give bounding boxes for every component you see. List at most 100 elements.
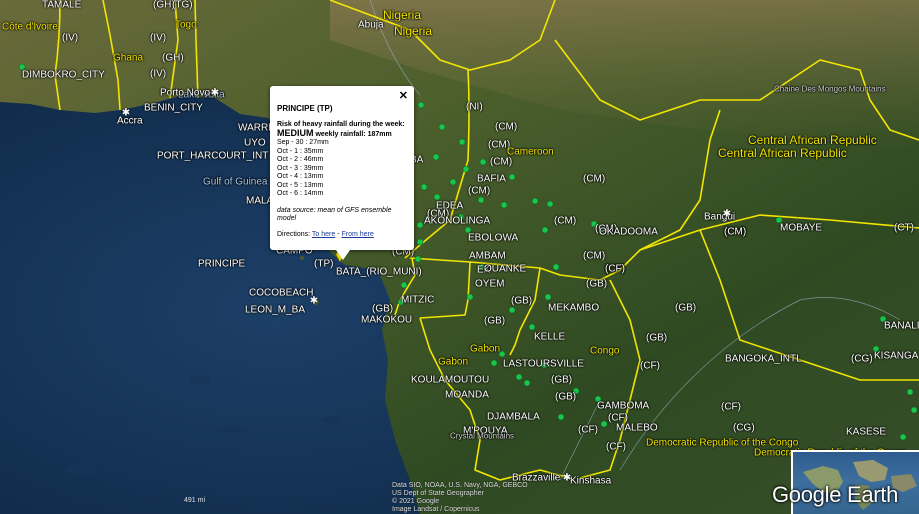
capital-star-icon: ✱ bbox=[121, 107, 131, 119]
island bbox=[300, 256, 304, 260]
place-label: (GB) bbox=[555, 391, 577, 403]
place-label: (CM) bbox=[554, 215, 577, 227]
place-label: MAKOKOU bbox=[361, 314, 413, 326]
place-label: Gabon bbox=[470, 343, 501, 355]
place-label: (CG) bbox=[733, 422, 755, 434]
data-source: data source: mean of GFS ensemble model bbox=[277, 206, 392, 222]
place-label: Congo bbox=[590, 345, 620, 357]
place-label: BAFIA bbox=[477, 173, 506, 185]
place-label: OKADOOMA bbox=[599, 226, 658, 238]
info-popup: ✕ PRINCIPE (TP) Risk of heavy rainfall d… bbox=[270, 86, 414, 260]
to-here-link[interactable]: To here bbox=[312, 231, 335, 238]
place-label: Cameroon bbox=[507, 146, 554, 158]
place-label: OYEM bbox=[475, 278, 505, 290]
place-label: PRINCIPE bbox=[198, 258, 246, 270]
popup-title: PRINCIPE (TP) bbox=[277, 104, 333, 113]
place-label: (GB) bbox=[372, 303, 394, 315]
place-label: LASTOURSVILLE bbox=[503, 358, 584, 370]
scale-label: 491 mi bbox=[184, 497, 206, 504]
close-icon[interactable]: ✕ bbox=[399, 89, 408, 102]
place-label: Porto Novo bbox=[160, 87, 211, 99]
place-label: Nigeria bbox=[394, 24, 433, 38]
capital-star-icon: ✱ bbox=[722, 208, 732, 220]
attribution: Data SIO, NOAA, U.S. Navy, NGA, GEBCO US… bbox=[392, 482, 528, 513]
place-label: COCOBEACH bbox=[249, 287, 314, 299]
place-label: WARRI bbox=[238, 122, 271, 134]
observation-item: Oct - 6 : 14mm bbox=[277, 190, 324, 197]
place-label: KISANGA bbox=[874, 350, 919, 362]
place-label: (IV) bbox=[150, 32, 167, 44]
place-label: Central African Republic bbox=[748, 133, 877, 147]
place-label: MOANDA bbox=[445, 389, 489, 401]
observation-item: Oct - 2 : 46mm bbox=[277, 156, 324, 163]
observation-item: Oct - 1 : 35mm bbox=[277, 147, 324, 155]
place-label: (GB) bbox=[646, 332, 668, 344]
place-label: DJAMBALA bbox=[487, 411, 540, 423]
place-label: (IV) bbox=[150, 68, 167, 80]
observations-list: Sep - 30 : 27mm Oct - 1 : 35mm Oct - 2 :… bbox=[277, 139, 407, 199]
place-label: (GB) bbox=[484, 315, 506, 327]
place-label: Gabon bbox=[438, 356, 469, 368]
from-here-link[interactable]: From here bbox=[342, 231, 374, 238]
observation-item: Oct - 3 : 39mm bbox=[277, 164, 324, 172]
place-label: Kinshasa bbox=[570, 475, 612, 487]
place-label: MEKAMBO bbox=[548, 302, 600, 314]
risk-row: MEDIUM weekly rainfall: 187mm bbox=[277, 129, 407, 139]
place-label: BANGOKA_INTL bbox=[725, 353, 802, 365]
weekly-rainfall: weekly rainfall: 187mm bbox=[315, 131, 392, 138]
place-label: (GB) bbox=[586, 278, 608, 290]
place-label: Central African Republic bbox=[718, 146, 847, 160]
place-label: (CF) bbox=[606, 441, 626, 453]
place-label: UYO bbox=[244, 137, 266, 149]
place-label: (GB) bbox=[551, 374, 573, 386]
directions: Directions: To here - From here bbox=[277, 231, 407, 238]
place-label: Chaine Des Mongos Mountains bbox=[774, 84, 886, 94]
place-label: DIMBOKRO_CITY bbox=[22, 69, 105, 81]
place-label: TAMALE bbox=[42, 0, 82, 11]
place-label: KASESE bbox=[846, 426, 887, 438]
capital-star-icon: ✱ bbox=[210, 87, 220, 99]
place-label: LEON_M_BA bbox=[245, 304, 306, 316]
place-label: (NI) bbox=[466, 101, 483, 113]
place-label: MOBAYE bbox=[780, 222, 823, 234]
risk-level: MEDIUM bbox=[277, 128, 314, 138]
place-label: KOULAMOUTOU bbox=[411, 374, 490, 386]
place-label: (CT) bbox=[894, 222, 914, 234]
capital-star-icon: ✱ bbox=[562, 472, 572, 484]
observation-item: Sep - 30 : 27mm bbox=[277, 139, 329, 146]
place-label: (TG) bbox=[172, 0, 193, 11]
place-label: (CF) bbox=[605, 263, 625, 275]
place-label: (CF) bbox=[640, 360, 660, 372]
place-label: (GB) bbox=[675, 302, 697, 314]
place-label: Nigeria bbox=[383, 8, 422, 22]
place-label: (CM) bbox=[495, 121, 518, 133]
place-label: AMBAM bbox=[469, 250, 506, 262]
place-label: (GB) bbox=[511, 295, 533, 307]
place-label: (GH) bbox=[162, 52, 184, 64]
place-label: Abuja bbox=[358, 19, 384, 31]
google-earth-logo: Google Earth bbox=[772, 482, 899, 507]
place-label: Crystal Mountains bbox=[450, 431, 515, 441]
place-label: (CM) bbox=[490, 156, 513, 168]
place-label: (CG) bbox=[851, 353, 873, 365]
place-label: (CM) bbox=[724, 226, 747, 238]
place-label: (CF) bbox=[578, 424, 598, 436]
observation-item: Oct - 5 : 13mm bbox=[277, 181, 324, 189]
place-label: BATA_(RIO_MUNI) bbox=[336, 266, 422, 278]
place-label: (CM) bbox=[583, 250, 606, 262]
place-label: (CF) bbox=[721, 401, 741, 413]
place-label: (CM) bbox=[468, 185, 491, 197]
place-label: BANALI bbox=[884, 320, 919, 332]
observation-item: Oct - 4 : 13mm bbox=[277, 173, 324, 180]
place-label: Gulf of Guinea bbox=[203, 176, 268, 188]
place-label: OUANKE bbox=[484, 263, 527, 275]
place-label: Ghana bbox=[113, 52, 144, 64]
place-label: AKONOLINGA bbox=[424, 215, 491, 227]
place-label: (CM) bbox=[583, 173, 606, 185]
place-label: Togo bbox=[175, 19, 197, 31]
directions-label: Directions: bbox=[277, 230, 311, 238]
place-label: BENIN_CITY bbox=[144, 102, 203, 114]
place-label: MALEBO bbox=[616, 422, 658, 434]
capital-star-icon: ✱ bbox=[309, 295, 319, 307]
place-label: MITZIC bbox=[401, 294, 435, 306]
